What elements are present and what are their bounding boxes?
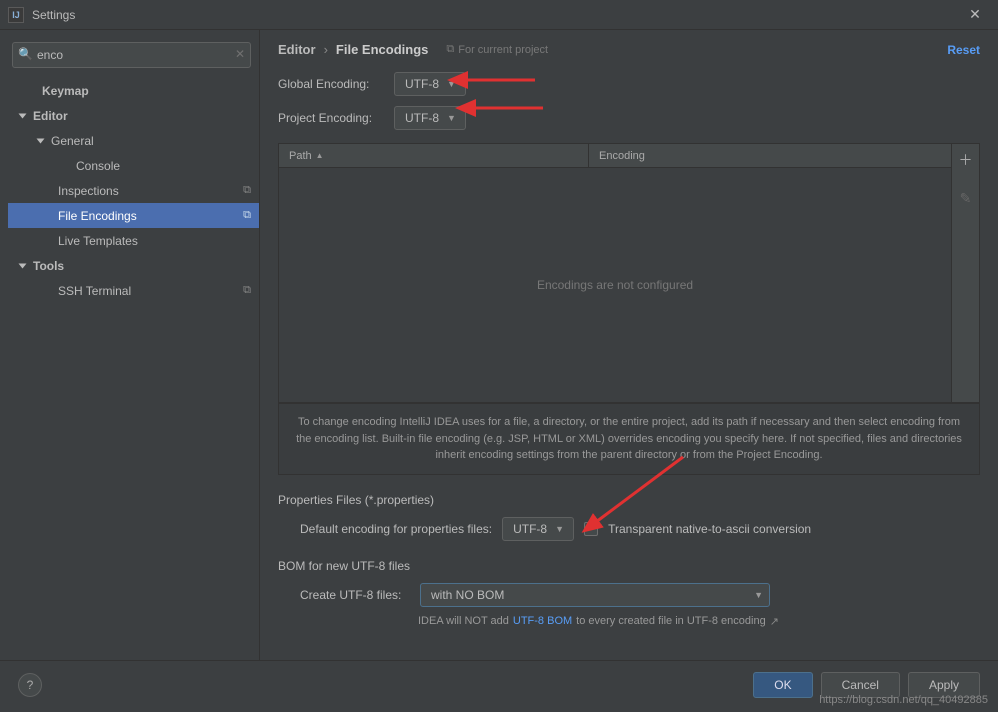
window-title: Settings xyxy=(32,8,960,22)
tree-label: File Encodings xyxy=(58,209,137,223)
properties-encoding-row: Default encoding for properties files: U… xyxy=(300,517,980,541)
table-empty-message: Encodings are not configured xyxy=(279,168,951,402)
apply-button[interactable]: Apply xyxy=(908,672,980,698)
tree-label: Console xyxy=(76,159,120,173)
titlebar: IJ Settings ✕ xyxy=(0,0,998,30)
main-panel: Editor › File Encodings ⧉ For current pr… xyxy=(260,30,998,660)
scope-label: For current project xyxy=(458,44,548,56)
copy-icon: ⧉ xyxy=(243,284,251,297)
encodings-table: Path▲ Encoding Encodings are not configu… xyxy=(278,143,980,403)
tree-item-live-templates[interactable]: Live Templates xyxy=(8,228,259,253)
dropdown-value: UTF-8 xyxy=(513,522,547,536)
tree-item-file-encodings[interactable]: File Encodings ⧉ xyxy=(8,203,259,228)
column-path[interactable]: Path▲ xyxy=(279,144,589,167)
external-link-icon: ↗ xyxy=(770,615,779,628)
global-encoding-dropdown[interactable]: UTF-8 ▼ xyxy=(394,72,466,96)
breadcrumb-current: File Encodings xyxy=(336,42,428,57)
copy-icon: ⧉ xyxy=(243,184,251,197)
sort-asc-icon: ▲ xyxy=(316,151,324,160)
bom-hint-link[interactable]: UTF-8 BOM xyxy=(513,615,572,627)
bom-hint-post: to every created file in UTF-8 encoding xyxy=(576,615,766,627)
transparent-ascii-checkbox[interactable] xyxy=(584,522,598,536)
copy-icon: ⧉ xyxy=(446,43,454,56)
search-wrap: 🔍 ✕ xyxy=(12,42,251,68)
dropdown-value: with NO BOM xyxy=(431,588,504,602)
tree-label: Keymap xyxy=(42,84,89,98)
search-input[interactable] xyxy=(12,42,251,68)
tree-label: Editor xyxy=(33,109,68,123)
breadcrumb-root[interactable]: Editor xyxy=(278,42,316,57)
ok-button[interactable]: OK xyxy=(753,672,812,698)
tree-item-console[interactable]: Console xyxy=(8,153,259,178)
footer: ? OK Cancel Apply xyxy=(0,660,998,708)
properties-section-title: Properties Files (*.properties) xyxy=(278,493,980,507)
project-scope: ⧉ For current project xyxy=(446,43,548,56)
settings-tree: Keymap Editor General Console Inspection… xyxy=(8,78,259,652)
properties-encoding-dropdown[interactable]: UTF-8 ▼ xyxy=(502,517,574,541)
bom-hint-pre: IDEA will NOT add xyxy=(418,615,509,627)
app-icon: IJ xyxy=(8,7,24,23)
main-header: Editor › File Encodings ⧉ For current pr… xyxy=(278,42,980,57)
tree-label: Inspections xyxy=(58,184,119,198)
add-button[interactable]: ＋ xyxy=(959,150,973,170)
reset-link[interactable]: Reset xyxy=(947,43,980,57)
breadcrumb: Editor › File Encodings xyxy=(278,42,428,57)
tree-item-tools[interactable]: Tools xyxy=(8,253,259,278)
chevron-right-icon: › xyxy=(324,42,328,57)
bom-row: Create UTF-8 files: with NO BOM ▼ xyxy=(300,583,980,607)
column-encoding[interactable]: Encoding xyxy=(589,144,951,167)
bom-hint: IDEA will NOT add UTF-8 BOM to every cre… xyxy=(418,615,980,628)
tree-label: Tools xyxy=(33,259,64,273)
tree-item-editor[interactable]: Editor xyxy=(8,103,259,128)
info-text: To change encoding IntelliJ IDEA uses fo… xyxy=(278,403,980,475)
bom-section-title: BOM for new UTF-8 files xyxy=(278,559,980,573)
chevron-down-icon: ▼ xyxy=(555,524,564,534)
chevron-down-icon: ▼ xyxy=(754,590,763,600)
create-utf8-dropdown[interactable]: with NO BOM ▼ xyxy=(420,583,770,607)
clear-search-icon[interactable]: ✕ xyxy=(235,47,245,61)
global-encoding-label: Global Encoding: xyxy=(278,77,394,91)
chevron-down-icon: ▼ xyxy=(447,79,456,89)
cancel-button[interactable]: Cancel xyxy=(821,672,900,698)
tree-item-general[interactable]: General xyxy=(8,128,259,153)
create-utf8-label: Create UTF-8 files: xyxy=(300,588,410,602)
table-toolbar: ＋ ✎ xyxy=(951,144,979,402)
dropdown-value: UTF-8 xyxy=(405,111,439,125)
project-encoding-label: Project Encoding: xyxy=(278,111,394,125)
tree-item-keymap[interactable]: Keymap xyxy=(8,78,259,103)
global-encoding-row: Global Encoding: UTF-8 ▼ xyxy=(278,72,980,96)
sidebar: 🔍 ✕ Keymap Editor General Console Inspec… xyxy=(0,30,260,660)
table-header: Path▲ Encoding xyxy=(279,144,951,168)
dropdown-value: UTF-8 xyxy=(405,77,439,91)
tree-label: SSH Terminal xyxy=(58,284,131,298)
search-icon: 🔍 xyxy=(18,47,33,61)
tree-item-ssh-terminal[interactable]: SSH Terminal ⧉ xyxy=(8,278,259,303)
tree-label: General xyxy=(51,134,94,148)
close-icon[interactable]: ✕ xyxy=(960,6,990,23)
tree-label: Live Templates xyxy=(58,234,138,248)
help-button[interactable]: ? xyxy=(18,673,42,697)
project-encoding-row: Project Encoding: UTF-8 ▼ xyxy=(278,106,980,130)
project-encoding-dropdown[interactable]: UTF-8 ▼ xyxy=(394,106,466,130)
edit-button[interactable]: ✎ xyxy=(960,190,972,207)
tree-item-inspections[interactable]: Inspections ⧉ xyxy=(8,178,259,203)
chevron-down-icon: ▼ xyxy=(447,113,456,123)
copy-icon: ⧉ xyxy=(243,209,251,222)
transparent-ascii-label: Transparent native-to-ascii conversion xyxy=(608,522,811,536)
properties-encoding-label: Default encoding for properties files: xyxy=(300,522,492,536)
